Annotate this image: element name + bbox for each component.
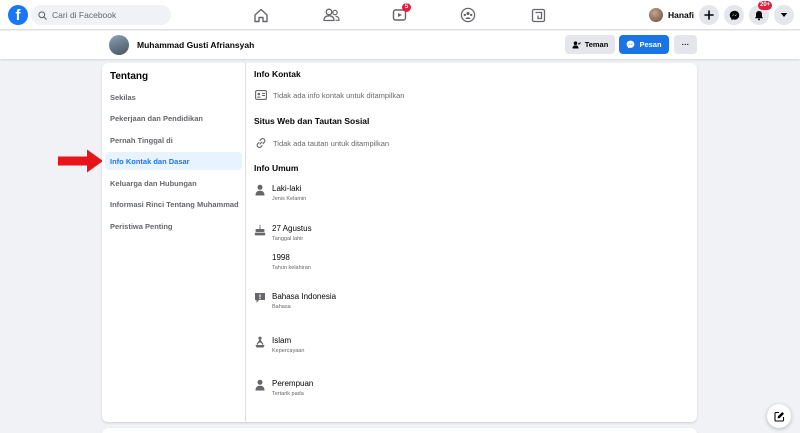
red-arrow-annotation (58, 149, 103, 173)
groups-icon (460, 7, 476, 23)
nav-friends[interactable] (320, 4, 342, 26)
sidebar-item-label: Informasi Rinci Tentang Muhammad (110, 199, 239, 209)
plus-icon (704, 10, 714, 20)
account-menu-button[interactable] (774, 5, 794, 25)
person-icon (255, 379, 265, 391)
sidebar-item-label: Pekerjaan dan Pendidikan (110, 113, 203, 123)
sidebar-item-details-about[interactable]: Informasi Rinci Tentang Muhammad (105, 195, 242, 213)
websites-title: Situs Web dan Tautan Sosial (254, 116, 370, 126)
about-card: Tentang Sekilas Pekerjaan dan Pendidikan… (102, 63, 697, 422)
interested-in-value: Perempuan (272, 379, 314, 388)
search-input[interactable] (52, 10, 162, 20)
nav-home[interactable] (250, 4, 272, 26)
birth-year-value: 1998 (272, 253, 290, 262)
profile-header-bar: Muhammad Gusti Afriansyah Teman Pesan ··… (0, 31, 800, 59)
user-name: Hanafi (668, 9, 694, 20)
friends-button-label: Teman (584, 40, 609, 49)
contact-card-icon (255, 90, 267, 100)
religion-icon (255, 336, 265, 348)
birth-date-value: 27 Agustus (272, 224, 312, 233)
watch-badge: 5 (402, 3, 411, 12)
profile-shortcut[interactable]: Hanafi (649, 6, 694, 23)
general-info-title: Info Umum (254, 163, 299, 173)
contact-info-title: Info Kontak (254, 69, 301, 79)
more-options-button[interactable]: ··· (674, 35, 697, 54)
search-icon (38, 10, 47, 20)
next-card-edge (102, 428, 697, 433)
nav-groups[interactable] (457, 4, 479, 26)
person-icon (255, 184, 265, 196)
messenger-button[interactable] (724, 5, 744, 25)
sidebar-item-life-events[interactable]: Peristiwa Penting (105, 217, 242, 235)
home-icon (254, 8, 268, 22)
messenger-icon (729, 10, 739, 20)
friends-button[interactable]: Teman (565, 35, 615, 54)
friend-check-icon (572, 40, 581, 48)
sidebar-item-places-lived[interactable]: Pernah Tinggal di (105, 131, 242, 149)
bell-icon (755, 10, 763, 20)
sidebar-item-label: Sekilas (110, 92, 136, 102)
message-button-label: Pesan (639, 40, 662, 49)
sidebar-item-label: Peristiwa Penting (110, 221, 173, 231)
link-icon (256, 137, 266, 149)
birth-year-label: Tahun kelahiran (272, 265, 311, 271)
language-label: Bahasa (272, 304, 291, 310)
sidebar-item-family-relationships[interactable]: Keluarga dan Hubungan (105, 174, 242, 192)
religion-label: Kepercayaan (272, 348, 305, 354)
websites-empty: Tidak ada tautan untuk ditampilkan (255, 137, 389, 149)
about-title: Tentang (110, 71, 149, 82)
sidebar-item-overview[interactable]: Sekilas (105, 88, 242, 106)
search-box[interactable] (31, 5, 171, 25)
more-icon: ··· (681, 40, 690, 49)
interested-in-label: Tertarik pada (272, 391, 304, 397)
profile-avatar[interactable] (109, 35, 129, 55)
notifications-badge: 20+ (758, 1, 773, 10)
birthday-cake-icon (254, 224, 266, 236)
religion-value: Islam (272, 336, 292, 345)
sidebar-item-label: Info Kontak dan Dasar (110, 156, 190, 166)
compose-icon (773, 411, 784, 422)
sidebar-item-work-education[interactable]: Pekerjaan dan Pendidikan (105, 109, 242, 127)
nav-gaming[interactable] (527, 4, 549, 26)
contact-info-empty-text: Tidak ada info kontak untuk ditampilkan (273, 90, 405, 100)
gaming-icon (531, 8, 545, 22)
gender-label: Jenis Kelamin (272, 196, 307, 202)
notifications-button[interactable]: 20+ (749, 1, 773, 25)
speech-bubble-icon (255, 293, 265, 303)
websites-empty-text: Tidak ada tautan untuk ditampilkan (273, 138, 390, 148)
profile-name[interactable]: Muhammad Gusti Afriansyah (137, 40, 254, 50)
message-button[interactable]: Pesan (619, 35, 669, 54)
nav-watch[interactable]: 5 (389, 3, 411, 26)
friends-icon (322, 8, 340, 22)
new-message-button[interactable] (767, 404, 791, 428)
top-navigation-bar: f 5 Hanafi 20+ (0, 0, 800, 30)
language-value: Bahasa Indonesia (272, 292, 337, 301)
user-avatar (649, 7, 663, 22)
gender-value: Laki-laki (272, 184, 302, 193)
messenger-icon (627, 40, 635, 49)
sidebar-item-contact-basic-info[interactable]: Info Kontak dan Dasar (105, 152, 242, 170)
birth-date-label: Tanggal lahir (272, 236, 304, 242)
card-divider (245, 63, 246, 422)
caret-down-icon (780, 13, 788, 17)
create-button[interactable] (699, 5, 719, 25)
contact-info-empty: Tidak ada info kontak untuk ditampilkan (255, 90, 404, 100)
sidebar-item-label: Keluarga dan Hubungan (110, 178, 197, 188)
sidebar-item-label: Pernah Tinggal di (110, 135, 173, 145)
facebook-logo[interactable]: f (8, 5, 28, 25)
